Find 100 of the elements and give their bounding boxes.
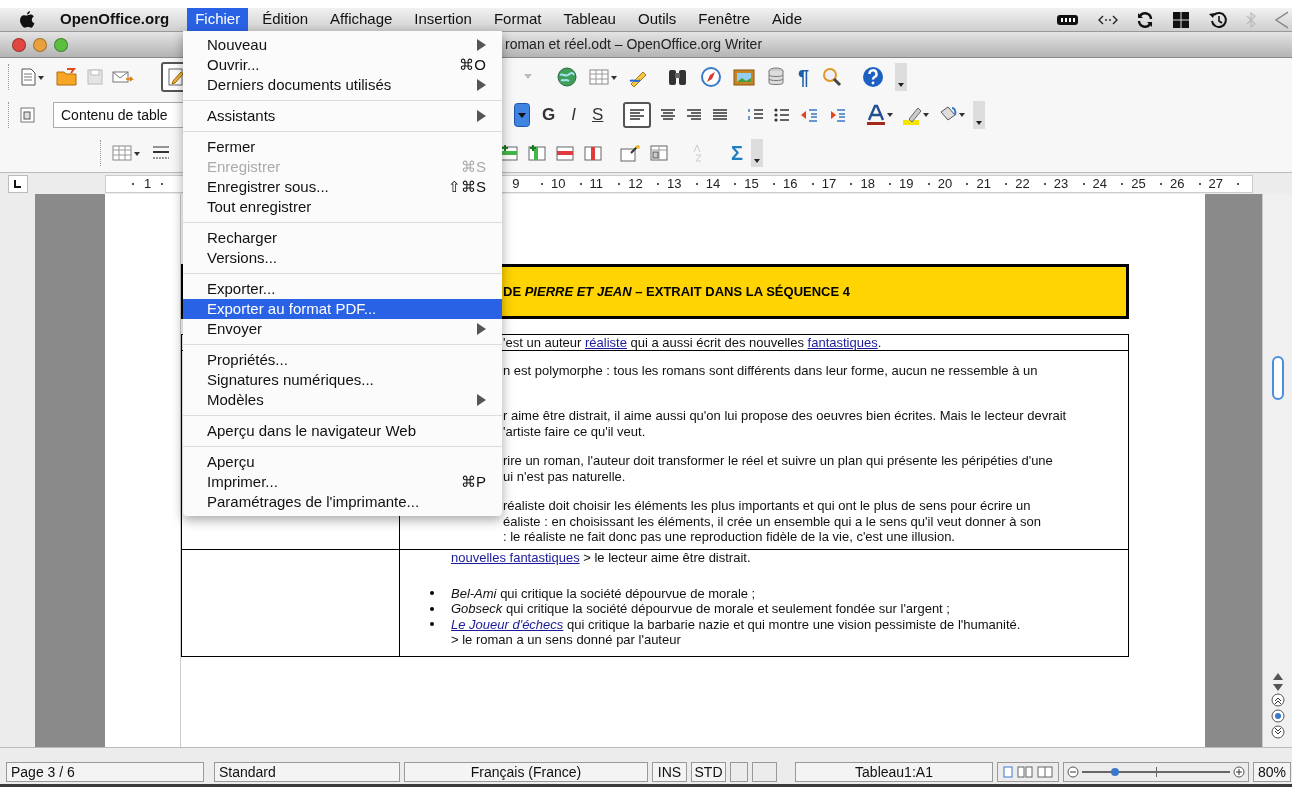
underline-button[interactable]: S [587,102,608,128]
link[interactable]: nouvelles fantastiques [451,550,580,565]
autoformat-icon[interactable] [619,144,641,162]
zoom-icon[interactable] [821,66,844,88]
vertical-scrollbar[interactable] [1262,194,1292,747]
menu-item[interactable]: Fenêtre [690,8,758,31]
minimize-button[interactable] [33,37,47,52]
picture-icon[interactable] [732,67,756,87]
menu-item[interactable]: Propriétés... [183,350,502,370]
zoom-in-icon[interactable] [1233,766,1245,778]
close-button[interactable] [12,37,26,52]
ruler-number: 19 [899,174,914,193]
menu-item[interactable]: Aperçu [183,452,502,472]
arrow-down-icon[interactable] [1272,683,1283,691]
numbered-list-icon[interactable] [747,107,766,123]
menu-item[interactable]: Versions... [183,248,502,268]
tab-stop-icon[interactable] [8,174,28,193]
ruler-number: 12 [628,174,643,193]
globe-icon[interactable] [556,66,578,88]
book-view-icon[interactable] [1037,766,1053,778]
arrows-icon[interactable] [1098,13,1118,26]
selection-mode-label: STD [691,762,726,782]
styles-icon[interactable] [19,106,37,124]
menu-item[interactable]: Nouveau [183,35,502,55]
database-icon[interactable] [766,66,786,88]
delete-column-icon[interactable] [583,144,603,162]
menu-item[interactable]: Aperçu dans le navigateur Web [183,421,502,441]
menu-item[interactable]: Format [485,8,550,31]
table-icon[interactable] [111,144,141,162]
app-menu[interactable]: OpenOffice.org [52,8,178,31]
compass-icon[interactable] [700,66,722,88]
paragraph-line: rire un roman, l'auteur doit transformer le réel et suivre un plan qui présente les péripéties d'une [503,453,1054,469]
menu-item[interactable]: Exporter... [183,279,502,299]
ruler-number: 27 [1208,174,1224,193]
menu-item[interactable]: Tout enregistrer [183,197,502,217]
horizontal-scrollbar[interactable] [0,747,1292,760]
menu-item[interactable]: Envoyer [183,319,502,339]
arrow-up-icon[interactable] [1272,673,1283,681]
menu-item[interactable]: Derniers documents utilisés [183,75,502,95]
menu-item[interactable]: Aide [764,8,811,31]
menu-item[interactable]: Paramétrages de l'imprimante... [183,492,502,512]
zoom-slider-thumb[interactable] [1110,768,1119,776]
paragraph-line: r aime être distrait, il aime aussi qu'on lui propose des oeuvres bien écrites. Mais le lecteur devrait [503,408,1067,424]
navigator-icon[interactable] [1270,709,1285,723]
table-properties-icon[interactable] [649,144,671,162]
zoom-out-icon[interactable] [1067,766,1079,778]
sum-button[interactable]: Σ [731,138,743,168]
delete-row-icon[interactable] [555,144,575,162]
menu-item[interactable]: Outils [629,8,685,31]
menu-item[interactable]: Signatures numériques... [183,370,502,390]
dropdown-icon[interactable] [514,103,530,127]
apple-icon[interactable] [18,9,36,30]
next-page-icon[interactable] [1270,725,1285,739]
bold-button[interactable]: G [538,102,560,128]
menu-item[interactable]: Fichier [187,8,249,31]
link[interactable]: Le Joueur d'échecs [451,616,564,632]
justify-icon[interactable] [711,107,730,123]
align-center-icon[interactable] [659,107,678,123]
menu-item[interactable]: Édition [254,8,317,31]
scroll-thumb[interactable] [1271,356,1284,400]
insert-column-icon[interactable] [527,144,547,162]
folder-icon[interactable] [55,67,79,87]
menu-item[interactable]: Fermer [183,137,502,157]
previous-page-icon[interactable] [1270,693,1285,707]
help-icon[interactable] [861,65,886,89]
sync-icon[interactable] [1136,10,1154,29]
menu-item[interactable]: Recharger [183,228,502,248]
battery-icon[interactable] [1056,12,1080,27]
italic-button[interactable]: I [567,102,580,128]
decrease-indent-icon[interactable] [799,107,820,123]
grid-icon[interactable] [1172,10,1190,29]
menu-item[interactable]: Ouvrir... ⌘O [183,55,502,75]
overflow-icon[interactable] [973,101,986,129]
list-item-text: Bel-Ami qui critique la société dépourvue de morale ; [451,585,756,601]
link[interactable]: réaliste [585,335,627,350]
menu-item[interactable]: Affichage [322,8,401,31]
new-document-icon[interactable] [19,67,45,87]
link[interactable]: fantastiques [807,335,878,350]
two-page-view-icon[interactable] [1017,766,1033,778]
ruler-number: 26 [1169,174,1185,193]
overflow-icon[interactable] [895,63,908,91]
menu-item[interactable]: Exporter au format PDF... [183,299,502,319]
list-item-text: Gobseck qui critique la société dépourvue de morale et seulement fondée sur l'argent ; [451,601,950,617]
menu-item[interactable]: Enregistrer sous... ⇧⌘S [183,177,502,197]
menu-item[interactable]: Tableau [555,8,624,31]
font-color-icon[interactable] [865,104,894,126]
menu-item[interactable]: Insertion [406,8,480,31]
single-page-view-icon[interactable] [1003,766,1013,778]
status-field [752,762,777,782]
language-label: Français (France) [404,762,648,782]
zoom-button[interactable] [54,37,68,52]
bullet-list-icon[interactable] [773,107,792,123]
overflow-icon[interactable] [751,139,763,167]
formatting-marks-button[interactable]: ¶ [796,62,812,92]
align-right-icon[interactable] [685,107,704,123]
line-style-icon[interactable] [151,144,171,162]
clock-icon[interactable] [1208,10,1228,29]
menu-item[interactable]: Imprimer... ⌘P [183,472,502,492]
menu-item[interactable]: Modèles [183,390,502,410]
align-left-icon[interactable] [623,102,652,128]
